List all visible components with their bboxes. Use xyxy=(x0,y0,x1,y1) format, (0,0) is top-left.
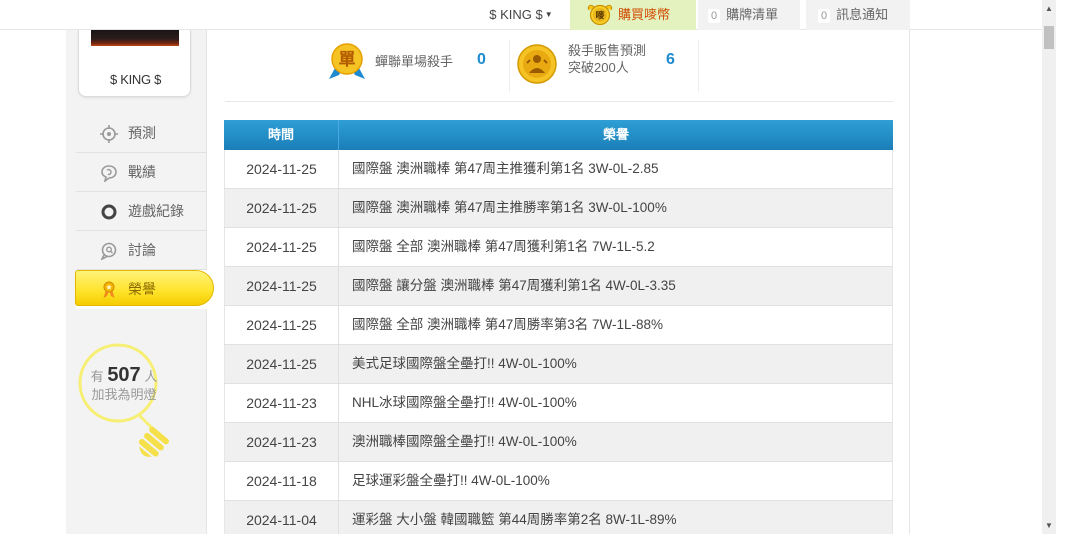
sidebar-item-label: 榮譽 xyxy=(128,281,156,297)
fans-count-text: 有 507 人 加我為明燈 xyxy=(74,364,174,404)
stat-consecutive-killer: 單 蟬聯單場殺手 0 xyxy=(327,40,507,92)
fans-count: 507 xyxy=(107,364,141,386)
table-row: 2024-11-18 足球運彩盤全壘打!! 4W-0L-100% xyxy=(224,462,893,501)
cell-date: 2024-11-25 xyxy=(224,228,339,266)
fans-lightbulb: 有 507 人 加我為明燈 xyxy=(74,338,204,498)
table-row: 2024-11-25 國際盤 澳洲職棒 第47周主推獲利第1名 3W-0L-2.8… xyxy=(224,150,893,189)
notice-count-badge: 0 xyxy=(818,9,831,23)
cell-honor: NHL冰球國際盤全壘打!! 4W-0L-100% xyxy=(339,384,893,422)
purchase-list-label: 購牌清單 xyxy=(726,7,779,22)
fans-prefix: 有 xyxy=(90,369,104,384)
cell-honor: 運彩盤 大小盤 韓國職籃 第44周勝率第2名 8W-1L-89% xyxy=(339,501,893,534)
table-row: 2024-11-25 美式足球國際盤全壘打!! 4W-0L-100% xyxy=(224,345,893,384)
cell-date: 2024-11-04 xyxy=(224,501,339,534)
sidebar-item-label: 遊戲紀錄 xyxy=(128,203,184,219)
sidebar-item-predict[interactable]: 預測 xyxy=(76,114,207,153)
gold-medal-icon xyxy=(517,44,557,84)
scroll-down-arrow-icon[interactable]: ▼ xyxy=(1042,517,1056,534)
search-chat-icon xyxy=(100,242,117,260)
top-bar: $ KING $ ▼ 嘜 購買嘜幣 0 購牌清單 0 訊息通知 xyxy=(0,0,1042,30)
stat-sales-milestone: 殺手販售預測 突破200人 6 xyxy=(509,40,699,92)
notifications-label: 訊息通知 xyxy=(836,7,889,22)
stat1-value: 0 xyxy=(477,51,486,68)
avatar[interactable] xyxy=(91,30,179,46)
purchase-list-button[interactable]: 0 購牌清單 xyxy=(698,0,800,30)
table-header: 時間 榮譽 xyxy=(224,120,893,150)
cell-date: 2024-11-18 xyxy=(224,462,339,500)
sidebar-item-label: 討論 xyxy=(128,242,156,258)
cell-honor: 美式足球國際盤全壘打!! 4W-0L-100% xyxy=(339,345,893,383)
column-header-honor: 榮譽 xyxy=(602,127,629,142)
scroll-up-arrow-icon[interactable]: ▲ xyxy=(1042,0,1056,17)
cell-date: 2024-11-25 xyxy=(224,267,339,305)
page-scrollbar[interactable]: ▲ ▼ xyxy=(1042,0,1056,534)
cell-date: 2024-11-23 xyxy=(224,384,339,422)
circle-icon xyxy=(101,204,117,220)
sidebar: $ KING $ 預測 戰績 遊戲紀錄 討論 榮譽 有 507 人 加我為明燈 xyxy=(66,30,214,534)
table-row: 2024-11-25 國際盤 澳洲職棒 第47周主推勝率第1名 3W-0L-100… xyxy=(224,189,893,228)
sidebar-item-discussion[interactable]: 討論 xyxy=(76,231,207,270)
sidebar-menu: 預測 戰績 遊戲紀錄 討論 榮譽 xyxy=(75,114,214,309)
user-menu-label: $ KING $ xyxy=(489,7,543,22)
table-row: 2024-11-25 國際盤 讓分盤 澳洲職棒 第47周獲利第1名 4W-0L-3… xyxy=(224,267,893,306)
table-row: 2024-11-04 運彩盤 大小盤 韓國職籃 第44周勝率第2名 8W-1L-8… xyxy=(224,501,893,534)
fans-caption: 加我為明燈 xyxy=(91,387,157,402)
sidebar-item-record[interactable]: 戰績 xyxy=(76,153,207,192)
honors-table: 時間 榮譽 2024-11-25 國際盤 澳洲職棒 第47周主推獲利第1名 3W-… xyxy=(224,120,893,534)
cell-date: 2024-11-25 xyxy=(224,345,339,383)
chevron-down-icon: ▼ xyxy=(544,10,553,19)
stat2-label-line2: 突破200人 xyxy=(568,60,629,75)
scrollbar-thumb[interactable] xyxy=(1044,26,1054,49)
sidebar-username: $ KING $ xyxy=(109,72,162,87)
cell-honor: 國際盤 澳洲職棒 第47周主推獲利第1名 3W-0L-2.85 xyxy=(339,150,893,188)
profile-card[interactable]: $ KING $ xyxy=(78,30,191,97)
cell-date: 2024-11-23 xyxy=(224,423,339,461)
table-row: 2024-11-23 澳洲職棒國際盤全壘打!! 4W-0L-100% xyxy=(224,423,893,462)
coin-icon: 嘜 xyxy=(587,4,613,26)
chat-icon xyxy=(101,165,117,182)
coin-icon-text: 嘜 xyxy=(595,10,605,22)
buy-coins-button[interactable]: 嘜 購買嘜幣 xyxy=(570,0,696,30)
cart-count-badge: 0 xyxy=(708,9,721,23)
content-right-divider xyxy=(909,30,910,534)
cell-honor: 足球運彩盤全壘打!! 4W-0L-100% xyxy=(339,462,893,500)
cell-honor: 澳洲職棒國際盤全壘打!! 4W-0L-100% xyxy=(339,423,893,461)
cell-honor: 國際盤 澳洲職棒 第47周主推勝率第1名 3W-0L-100% xyxy=(339,189,893,227)
fans-suffix: 人 xyxy=(144,369,158,384)
cell-date: 2024-11-25 xyxy=(224,189,339,227)
user-menu-dropdown[interactable]: $ KING $ ▼ xyxy=(474,0,568,30)
sidebar-item-label: 戰績 xyxy=(128,164,156,180)
table-row: 2024-11-25 國際盤 全部 澳洲職棒 第47周獲利第1名 7W-1L-5.… xyxy=(224,228,893,267)
ribbon-badge-icon: 單 xyxy=(329,43,365,79)
honor-stats: 單 蟬聯單場殺手 0 殺手販售預測 突破200人 6 xyxy=(225,30,893,102)
cell-honor: 國際盤 讓分盤 澳洲職棒 第47周獲利第1名 4W-0L-3.35 xyxy=(339,267,893,305)
stat2-label-line1: 殺手販售預測 xyxy=(568,43,647,58)
buy-coins-label: 購買嘜幣 xyxy=(618,7,671,22)
cell-date: 2024-11-25 xyxy=(224,306,339,344)
ribbon-badge-text: 單 xyxy=(339,50,356,70)
notifications-button[interactable]: 0 訊息通知 xyxy=(806,0,910,30)
stat2-label: 殺手販售預測 突破200人 xyxy=(568,42,646,76)
table-row: 2024-11-25 國際盤 全部 澳洲職棒 第47周勝率第3名 7W-1L-88… xyxy=(224,306,893,345)
sidebar-item-label: 預測 xyxy=(128,125,156,141)
cell-honor: 國際盤 全部 澳洲職棒 第47周勝率第3名 7W-1L-88% xyxy=(339,306,893,344)
cell-date: 2024-11-25 xyxy=(224,150,339,188)
target-icon xyxy=(100,125,118,143)
table-row: 2024-11-23 NHL冰球國際盤全壘打!! 4W-0L-100% xyxy=(224,384,893,423)
column-header-time: 時間 xyxy=(224,120,339,150)
sidebar-item-honors[interactable]: 榮譽 xyxy=(75,270,214,309)
cell-honor: 國際盤 全部 澳洲職棒 第47周獲利第1名 7W-1L-5.2 xyxy=(339,228,893,266)
sidebar-item-game-records[interactable]: 遊戲紀錄 xyxy=(76,192,207,231)
stat1-label: 蟬聯單場殺手 xyxy=(375,54,454,69)
medal-icon xyxy=(103,281,115,298)
stat2-value: 6 xyxy=(666,51,675,68)
